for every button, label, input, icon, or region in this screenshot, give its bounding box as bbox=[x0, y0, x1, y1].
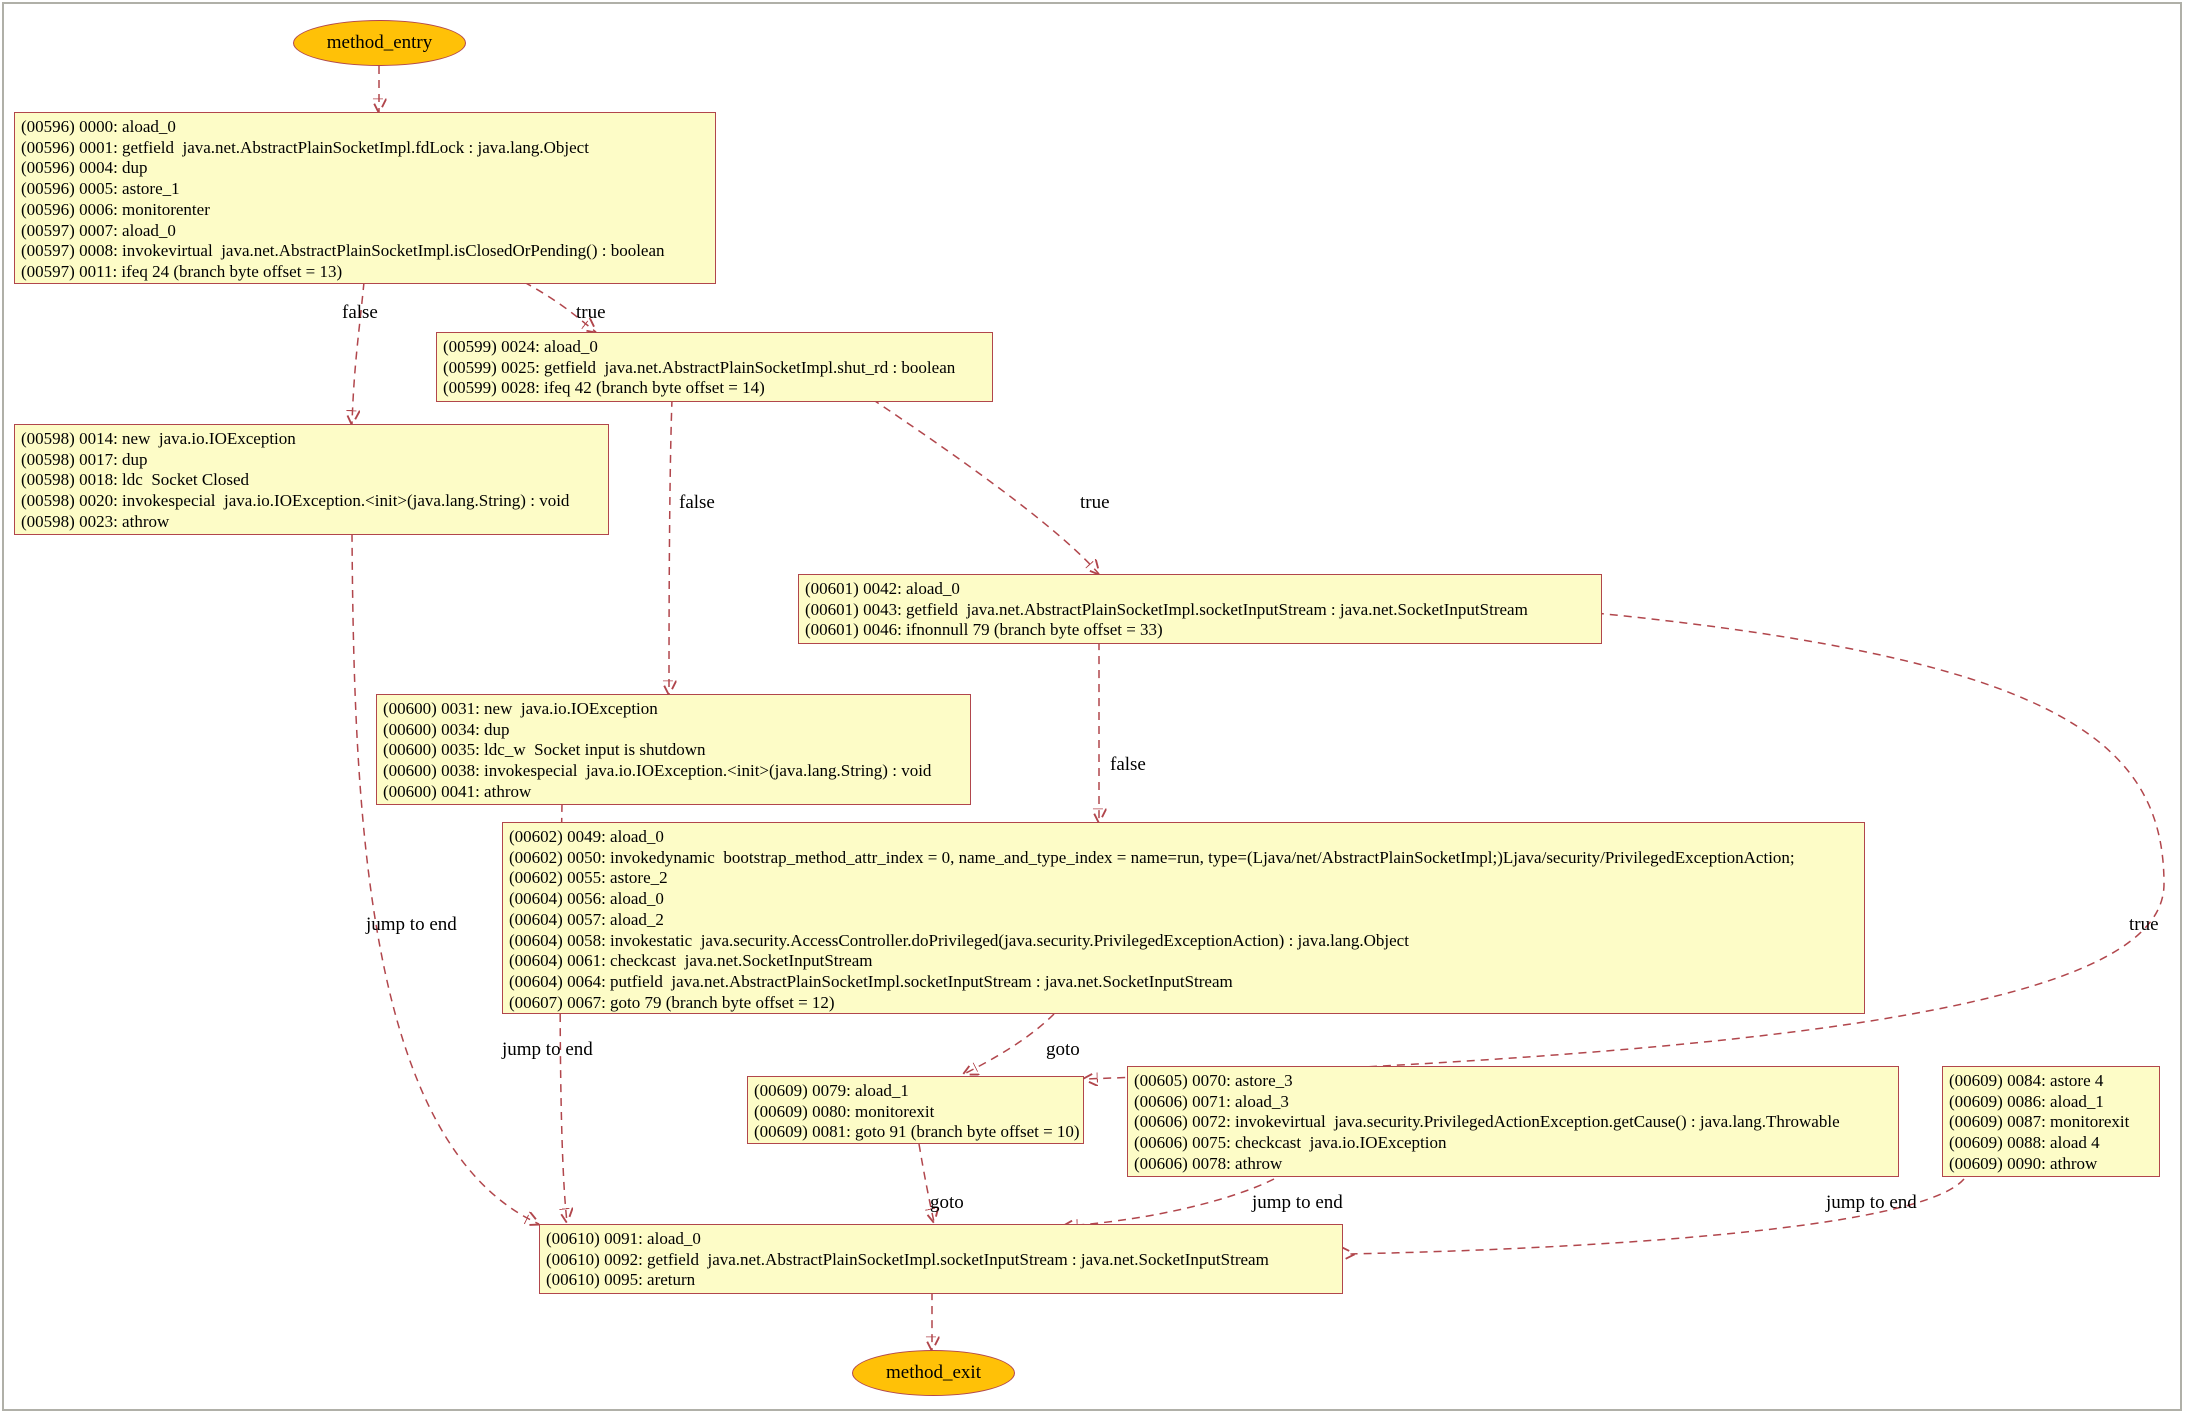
edge-label-605-end: jump to end bbox=[1252, 1192, 1343, 1214]
edge-label-600-end: jump to end bbox=[502, 1039, 593, 1061]
edge-label-599-true: true bbox=[1080, 492, 1110, 514]
block-596: (00596) 0000: aload_0 (00596) 0001: getf… bbox=[14, 112, 716, 284]
edge-label-609b-end: jump to end bbox=[1826, 1192, 1917, 1214]
block-609b: (00609) 0084: astore 4 (00609) 0086: alo… bbox=[1942, 1066, 2160, 1177]
method-exit-label: method_exit bbox=[886, 1362, 981, 1384]
diagram-frame: method_entry (00596) 0000: aload_0 (0059… bbox=[2, 2, 2182, 1411]
edge-label-601-true: true bbox=[2129, 914, 2159, 936]
method-exit-node: method_exit bbox=[852, 1350, 1015, 1396]
block-610: (00610) 0091: aload_0 (00610) 0092: getf… bbox=[539, 1224, 1343, 1294]
edge-label-598-end: jump to end bbox=[366, 914, 457, 936]
edge-label-609a-goto: goto bbox=[930, 1192, 964, 1214]
edge-label-596-false: false bbox=[342, 302, 378, 324]
block-609a: (00609) 0079: aload_1 (00609) 0080: moni… bbox=[747, 1076, 1084, 1144]
block-599: (00599) 0024: aload_0 (00599) 0025: getf… bbox=[436, 332, 993, 402]
edge-label-599-false: false bbox=[679, 492, 715, 514]
method-entry-node: method_entry bbox=[293, 20, 466, 66]
method-entry-label: method_entry bbox=[327, 32, 433, 54]
block-601: (00601) 0042: aload_0 (00601) 0043: getf… bbox=[798, 574, 1602, 644]
edge-label-602-goto: goto bbox=[1046, 1039, 1080, 1061]
block-602: (00602) 0049: aload_0 (00602) 0050: invo… bbox=[502, 822, 1865, 1014]
block-605: (00605) 0070: astore_3 (00606) 0071: alo… bbox=[1127, 1066, 1899, 1177]
edge-label-601-false: false bbox=[1110, 754, 1146, 776]
edge-label-596-true: true bbox=[576, 302, 606, 324]
block-598: (00598) 0014: new java.io.IOException (0… bbox=[14, 424, 609, 535]
block-600: (00600) 0031: new java.io.IOException (0… bbox=[376, 694, 971, 805]
